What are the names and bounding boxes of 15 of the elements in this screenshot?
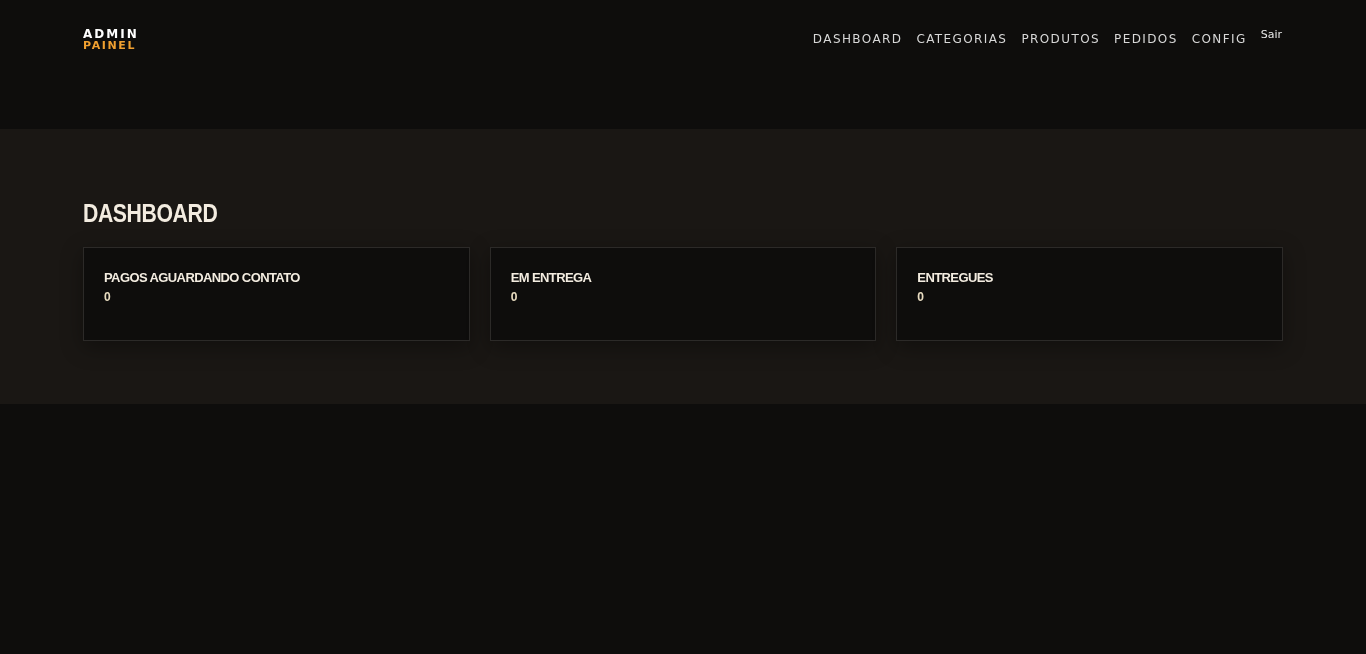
- stat-value: 0: [104, 289, 111, 306]
- logout-link[interactable]: Sair: [1260, 28, 1282, 41]
- stat-value: 0: [917, 289, 924, 306]
- brand-subtitle: PAINEL: [83, 40, 137, 52]
- stat-value: 0: [510, 289, 518, 306]
- nav-link[interactable]: PRODUTOS: [1021, 32, 1101, 46]
- brand-title: ADMIN: [83, 28, 139, 40]
- nav-link[interactable]: PEDIDOS: [1114, 32, 1178, 46]
- stat-label: ENTREGUES: [917, 269, 993, 287]
- stat-label: EM ENTREGA: [510, 269, 592, 287]
- nav-link[interactable]: DASHBOARD: [812, 32, 903, 46]
- page-title: DASHBOARD: [83, 198, 218, 229]
- nav-link[interactable]: CATEGORIAS: [916, 32, 1008, 46]
- stat-label: PAGOS AGUARDANDO CONTATO: [104, 269, 300, 287]
- nav-link[interactable]: CONFIG: [1191, 32, 1247, 46]
